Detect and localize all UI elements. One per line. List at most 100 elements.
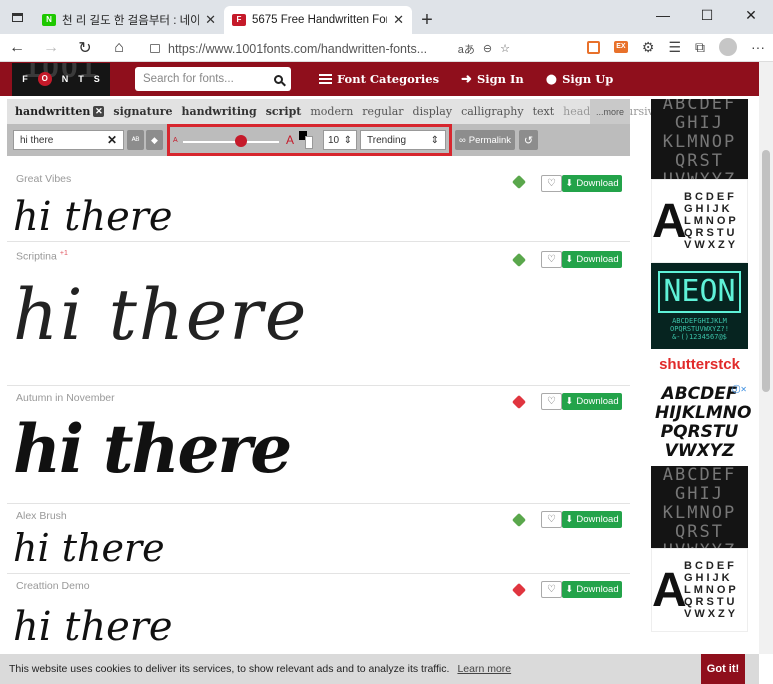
more-categories-button[interactable]: ...more	[590, 99, 630, 124]
sort-select[interactable]: Trending ⇕	[360, 130, 446, 150]
extension-grid-icon[interactable]	[586, 40, 600, 54]
minimize-button[interactable]: —	[641, 0, 685, 30]
font-name[interactable]: Autumn in November	[16, 392, 115, 404]
back-button[interactable]: ←	[0, 39, 34, 57]
ad-neon-font[interactable]: NEON ABCDEFGHIJKLM OPQRSTUVWXYZ?! &-()12…	[651, 263, 748, 349]
favorite-star-icon[interactable]: ☆	[500, 42, 510, 55]
sign-up-link[interactable]: ● Sign Up	[546, 72, 614, 87]
tag-filter-button[interactable]: ◆	[146, 130, 163, 150]
favorite-button[interactable]: ♡	[541, 393, 562, 410]
ad-grid-row: BCDEF	[684, 191, 737, 203]
favorites-icon[interactable]: ☰	[668, 39, 681, 56]
tab-actions-button[interactable]	[0, 0, 34, 34]
close-window-button[interactable]: ✕	[729, 0, 773, 30]
favorite-button[interactable]: ♡	[541, 511, 562, 528]
download-button[interactable]: ⬇ Download	[562, 175, 622, 192]
collections-icon[interactable]: ⧉	[695, 39, 705, 56]
reset-button[interactable]: ↺	[519, 130, 538, 150]
font-categories-link[interactable]: Font Categories	[319, 72, 439, 86]
font-preview[interactable]: hi there	[13, 274, 308, 356]
tag-icon[interactable]	[511, 582, 527, 598]
browser-toolbar: ← → ↻ ⌂ https://www.1001fonts.com/handwr…	[0, 34, 773, 62]
ad-choices-icon[interactable]: ⓘ✕	[732, 380, 747, 399]
extension-icon[interactable]: EX	[613, 41, 628, 53]
naver-favicon-icon: N	[42, 14, 56, 26]
forward-button[interactable]: →	[34, 39, 68, 57]
category-script[interactable]: script	[266, 105, 302, 118]
font-preview[interactable]: hi there	[13, 604, 173, 650]
close-tab-icon[interactable]: ✕	[205, 12, 216, 28]
cookie-banner: This website uses cookies to deliver its…	[0, 654, 759, 684]
font-name[interactable]: Creattion Demo	[16, 580, 90, 592]
maximize-button[interactable]: ☐	[685, 0, 729, 30]
favorite-button[interactable]: ♡	[541, 175, 562, 192]
font-name[interactable]: Great Vibes	[16, 173, 71, 185]
font-name[interactable]: Alex Brush	[16, 510, 67, 522]
font-size-slider-handle[interactable]	[235, 135, 247, 147]
ad-outline-font[interactable]: ABCDEF GHIJ KLMNOP QRST UVWXYZ	[651, 99, 748, 179]
url-text: https://www.1001fonts.com/handwritten-fo…	[168, 41, 428, 56]
text-options-button[interactable]: ᴬᴮ	[127, 130, 144, 150]
favorite-button[interactable]: ♡	[541, 251, 562, 268]
per-page-select[interactable]: 10 ⇕	[323, 130, 357, 150]
clear-text-icon[interactable]: ✕	[107, 133, 117, 147]
new-tab-button[interactable]: +	[412, 6, 442, 34]
ad-neon-row: OPQRSTUVWXYZ?!	[669, 325, 729, 333]
tag-icon[interactable]	[511, 394, 527, 410]
tag-icon[interactable]	[511, 174, 527, 190]
address-bar[interactable]: https://www.1001fonts.com/handwritten-fo…	[150, 38, 510, 59]
refresh-button[interactable]: ↻	[68, 38, 102, 58]
download-button[interactable]: ⬇ Download	[562, 511, 622, 528]
extensions-puzzle-icon[interactable]: ⚙	[642, 39, 655, 56]
ad-outline-font-2[interactable]: ABCDEF GHIJ KLMNOP QRST UVWXYZ	[651, 466, 748, 548]
permalink-label: Permalink	[468, 134, 512, 146]
browser-tab-1001fonts[interactable]: F 5675 Free Handwritten Fonts · 10 ✕	[224, 6, 412, 34]
menu-icon	[319, 74, 332, 84]
more-menu-icon[interactable]: ···	[751, 39, 765, 55]
site-logo[interactable]: 1001 F O N T S	[12, 62, 110, 96]
download-button[interactable]: ⬇ Download	[562, 581, 622, 598]
color-picker-swatch[interactable]	[299, 131, 313, 149]
tag-icon[interactable]	[511, 252, 527, 268]
remove-category-icon[interactable]: ✕	[93, 106, 105, 117]
font-search-input[interactable]: Search for fonts...	[135, 67, 291, 91]
category-signature[interactable]: signature	[113, 105, 172, 118]
got-it-button[interactable]: Got it!	[701, 654, 745, 684]
page-scrollbar[interactable]	[759, 62, 773, 654]
preview-text-input[interactable]: hi there ✕	[13, 130, 124, 150]
permalink-button[interactable]: ∞ Permalink	[455, 130, 515, 150]
scrollbar-thumb[interactable]	[762, 150, 770, 392]
ad-bold-font[interactable]: A BCDEF GHIJK LMNOP QRSTU VWXZY	[651, 179, 748, 263]
ad-italic-font[interactable]: ⓘ✕ ABCDEF HIJKLMNO PQRSTU VWXYZ	[651, 379, 751, 466]
download-button[interactable]: ⬇ Download	[562, 393, 622, 410]
shutterstock-logo[interactable]: shutterstck	[651, 349, 748, 379]
download-label: Download	[576, 584, 619, 595]
category-calligraphy[interactable]: calligraphy	[461, 105, 523, 118]
read-aloud-icon[interactable]: aあ	[458, 41, 475, 57]
category-modern[interactable]: modern	[310, 105, 353, 118]
category-regular[interactable]: regular	[362, 105, 403, 118]
download-button[interactable]: ⬇ Download	[562, 251, 622, 268]
font-preview[interactable]: hi there	[13, 410, 292, 488]
font-size-slider-track[interactable]	[183, 141, 279, 143]
home-button[interactable]: ⌂	[102, 39, 136, 57]
zoom-icon[interactable]: ⊖	[483, 42, 492, 55]
font-item-alex-brush: Alex Brush ♡ ⬇ Download hi there	[7, 504, 630, 574]
selected-category-handwritten[interactable]: handwritten ✕	[15, 105, 105, 118]
category-text[interactable]: text	[533, 105, 555, 118]
category-display[interactable]: display	[413, 105, 453, 118]
category-handwriting[interactable]: handwriting	[181, 105, 256, 118]
close-tab-icon[interactable]: ✕	[393, 12, 404, 28]
favorite-button[interactable]: ♡	[541, 581, 562, 598]
sign-in-link[interactable]: ➜ Sign In	[461, 72, 524, 87]
ad-bold-font-2[interactable]: A BCDEF GHIJK LMNOP QRSTU VWXZY	[651, 548, 748, 632]
font-preview[interactable]: hi there	[13, 526, 165, 570]
profile-avatar[interactable]	[719, 38, 737, 56]
browser-tab-naver[interactable]: N 천 리 길도 한 걸음부터 : 네이버 ✕	[34, 6, 224, 34]
ad-letters-row: GHIJ	[675, 113, 724, 133]
learn-more-link[interactable]: Learn more	[457, 663, 511, 675]
font-preview[interactable]: hi there	[13, 194, 173, 240]
search-icon[interactable]	[274, 74, 283, 84]
tag-icon[interactable]	[511, 512, 527, 528]
font-name[interactable]: Scriptina +1	[16, 250, 68, 263]
